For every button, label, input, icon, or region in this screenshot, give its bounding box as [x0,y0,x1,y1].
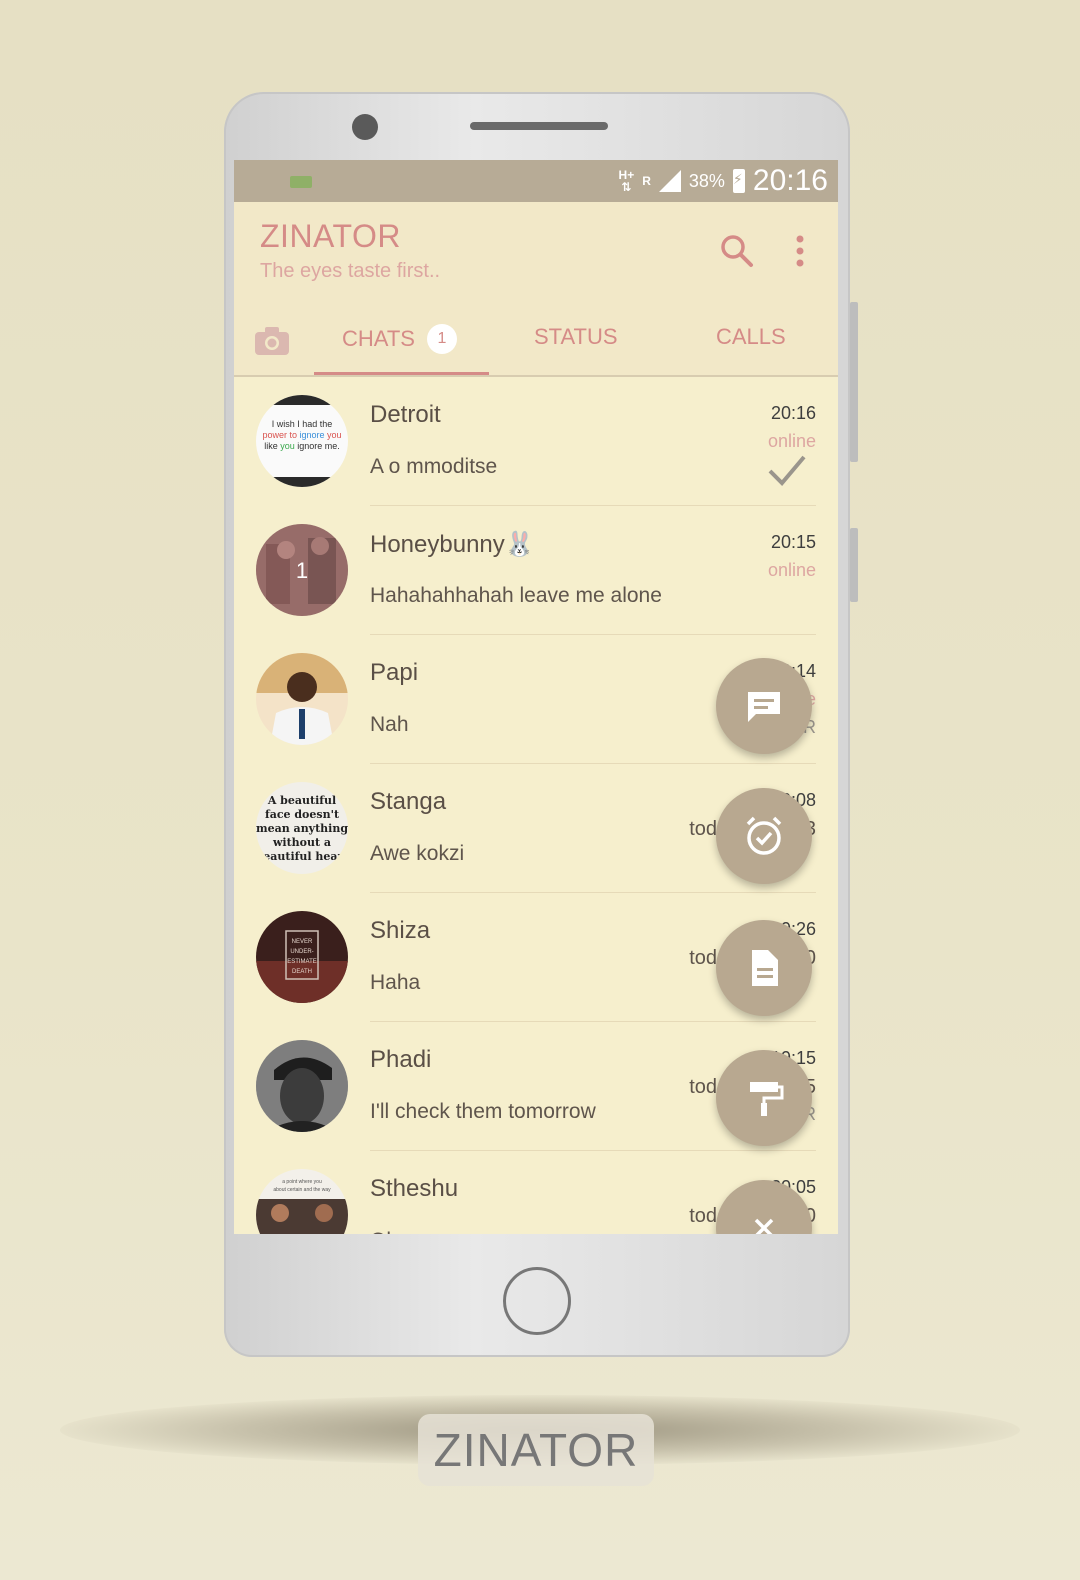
chat-time: 20:15 [770,532,816,552]
reminder-fab[interactable] [716,788,812,884]
network-type-icon: H+ ⇅ [618,168,635,194]
avatar[interactable]: I wish I had the power to ignore you lik… [256,395,348,487]
signal-icon [658,170,681,192]
svg-text:like you ignore me.: like you ignore me. [264,441,340,451]
document-icon [752,950,778,986]
earpiece-speaker [470,122,608,130]
tab-calls[interactable]: CALLS [716,324,786,350]
power-button [850,528,858,602]
svg-text:UNDER-: UNDER- [290,949,313,955]
chat-last-message: A o mmoditse [370,455,498,478]
theme-fab[interactable] [716,1050,812,1146]
tab-bar: CHATS 1 STATUS CALLS [234,312,838,378]
chat-row-detroit[interactable]: I wish I had the power to ignore you lik… [234,377,838,506]
phone-frame: H+⇅ R 38% 20:16 ZINATOR The eyes taste f… [224,92,858,1357]
svg-text:without a: without a [272,836,331,849]
avatar[interactable]: a point where you about certain and the … [256,1169,348,1234]
battery-charging-icon [732,169,745,193]
search-icon[interactable] [720,234,754,268]
brand-label: ZINATOR [418,1414,654,1486]
svg-text:mean anything: mean anything [256,822,348,835]
svg-text:face doesn't: face doesn't [265,808,340,821]
paint-roller-icon [750,1082,784,1116]
chat-last-message: Hahahahhahah leave me alone [370,584,662,607]
chat-last-message: Ok [370,1229,397,1234]
avatar[interactable] [256,1040,348,1132]
tab-chats-label: CHATS [342,326,415,351]
app-bar: ZINATOR The eyes taste first.. CHATS 1 S… [234,202,838,377]
svg-text:I wish I had the: I wish I had the [272,419,333,429]
chat-last-message: Nah [370,713,409,736]
chat-last-message: Haha [370,971,421,994]
svg-text:a point where you: a point where you [282,1179,322,1185]
status-time: 20:16 [752,164,828,197]
phone-screen: H+⇅ R 38% 20:16 ZINATOR The eyes taste f… [234,160,838,1234]
camera-tab-icon[interactable] [254,326,290,356]
presence-status: online [767,431,816,451]
svg-text:A beautiful: A beautiful [267,794,336,807]
app-subtitle: The eyes taste first.. [260,260,441,282]
tab-status[interactable]: STATUS [534,324,618,350]
avatar[interactable] [256,653,348,745]
chat-name: Stheshu [370,1175,459,1202]
chat-time: 20:16 [770,403,816,423]
chat-last-message: I'll check them tomorrow [370,1100,596,1123]
close-icon [754,1218,774,1234]
svg-text:DEATH: DEATH [292,969,312,975]
chat-name: Papi [370,659,419,686]
svg-text:beautiful heart: beautiful heart [256,850,348,863]
svg-text:power to ignore you: power to ignore you [262,430,341,440]
front-camera [352,114,378,140]
svg-text:ESTIMATE: ESTIMATE [287,959,317,965]
avatar[interactable]: A beautiful face doesn't mean anything w… [256,782,348,874]
avatar[interactable]: NEVER UNDER- ESTIMATE DEATH [256,911,348,1003]
chat-name: Stanga [370,788,447,815]
svg-text:NEVER: NEVER [292,939,313,945]
svg-text:1: 1 [296,558,308,583]
chat-name: Detroit [370,401,441,428]
chat-name: Honeybunny🐰 [370,531,535,558]
message-icon [748,692,780,722]
chat-name: Phadi [370,1046,432,1073]
alarm-check-icon [746,816,782,855]
tab-chats[interactable]: CHATS 1 [342,324,457,354]
more-options-icon[interactable] [794,234,806,268]
roaming-indicator: R [642,174,651,188]
chat-name: Shiza [370,917,431,944]
unread-badge: 1 [426,324,457,354]
presence-status: online [767,560,816,580]
new-chat-fab[interactable] [716,658,812,754]
tab-calls-label: CALLS [716,324,786,349]
notification-icon [290,176,312,188]
battery-percent: 38% [688,170,725,191]
home-button[interactable] [503,1267,571,1335]
tab-status-label: STATUS [534,324,618,349]
double-check-icon [768,455,806,486]
status-bar: H+⇅ R 38% 20:16 [234,160,838,202]
chat-last-message: Awe kokzi [370,842,465,865]
volume-button [850,302,858,462]
document-fab[interactable] [716,920,812,1016]
svg-text:about certain and the way: about certain and the way [273,1187,331,1193]
avatar[interactable]: 1 [256,524,348,616]
app-title: ZINATOR [260,218,401,254]
chat-row-honeybunny[interactable]: 1 Honeybunny🐰 Hahahahhahah leave me alon… [234,506,838,635]
